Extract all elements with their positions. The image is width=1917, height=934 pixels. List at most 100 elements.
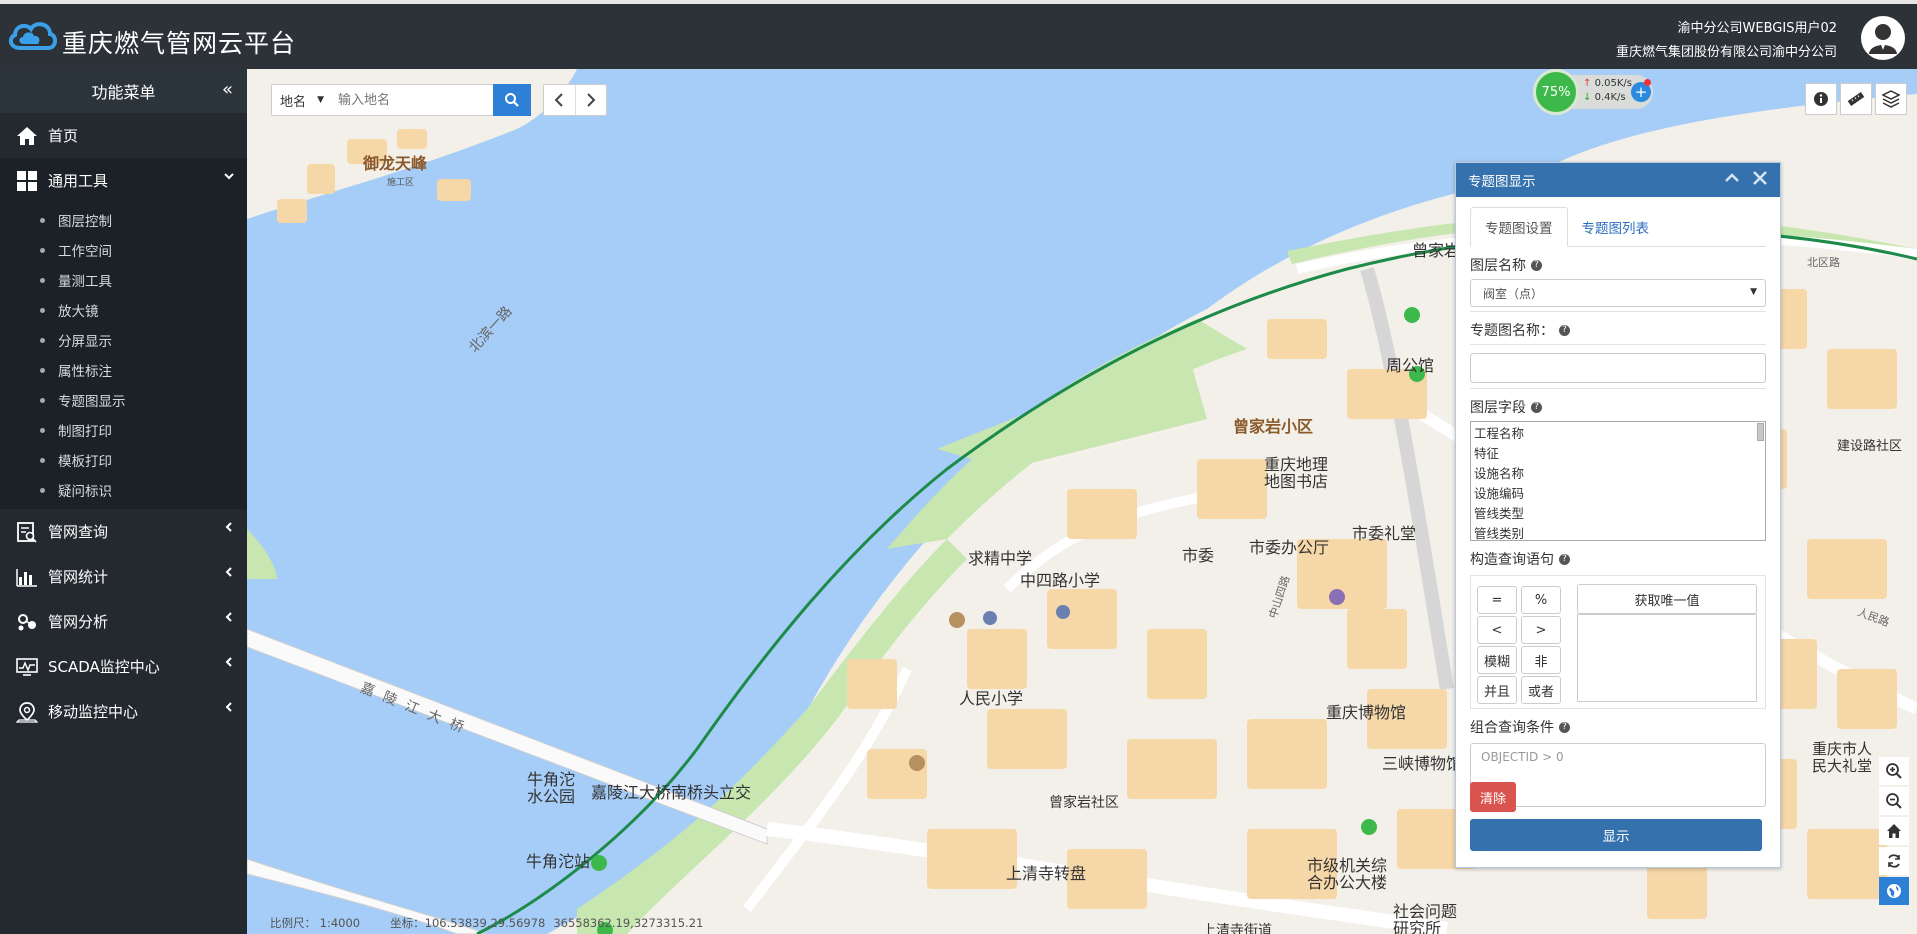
home-icon — [1887, 824, 1901, 838]
theme-name-input[interactable] — [1470, 353, 1766, 383]
sidebar-item-tools[interactable]: 通用工具 — [0, 158, 247, 203]
app-title: 重庆燃气管网云平台 — [62, 29, 297, 58]
op-or-button[interactable]: 或者 — [1521, 676, 1561, 704]
alert-dot — [1644, 79, 1651, 86]
list-item[interactable]: 管线类型 — [1474, 504, 1762, 524]
op-not-button[interactable]: 非 — [1521, 646, 1561, 674]
submenu-item-layer-control[interactable]: 图层控制 — [0, 205, 247, 235]
memory-usage-indicator: 75% — [1533, 69, 1579, 115]
op-less-button[interactable]: < — [1477, 616, 1517, 644]
collapse-sidebar-icon[interactable]: « — [222, 79, 233, 100]
user-org: 重庆燃气集团股份有限公司渝中分公司 — [1615, 45, 1837, 60]
chevron-left-icon — [223, 656, 235, 672]
home-icon — [14, 124, 40, 148]
submenu-item-attr-label[interactable]: 属性标注 — [0, 355, 247, 385]
search-input[interactable] — [332, 85, 492, 115]
unique-values-list[interactable] — [1577, 614, 1757, 702]
refresh-button[interactable] — [1879, 847, 1909, 875]
layer-field-list[interactable]: 工程名称 特征 设施名称 设施编码 管线类型 管线类别 — [1470, 421, 1766, 541]
place-search: 地名 ▼ — [271, 84, 531, 116]
list-item[interactable]: 工程名称 — [1474, 424, 1762, 444]
map-label: 重庆博物馆 — [1326, 703, 1407, 722]
map-label: 周公馆 — [1386, 356, 1435, 375]
submenu-item-thematic-map[interactable]: 专题图显示 — [0, 385, 247, 415]
bar-chart-icon — [14, 565, 40, 589]
sidebar-item-label: 移动监控中心 — [48, 703, 139, 721]
location-icon — [14, 700, 40, 724]
tab-theme-settings[interactable]: 专题图设置 — [1470, 207, 1568, 247]
map-label: 重庆市人 民大礼堂 — [1812, 740, 1873, 775]
submenu-item-magnifier[interactable]: 放大镜 — [0, 295, 247, 325]
layer-select[interactable]: 阀室（点） ▼ — [1470, 279, 1766, 307]
chevron-down-icon — [223, 170, 235, 186]
submenu-item-map-print[interactable]: 制图打印 — [0, 415, 247, 445]
lnglat-readout: 坐标：106.53839,29.56978 — [390, 916, 546, 930]
tab-theme-list[interactable]: 专题图列表 — [1568, 207, 1664, 247]
collapse-panel-icon[interactable] — [1724, 170, 1740, 191]
submenu-item-split-screen[interactable]: 分屏显示 — [0, 325, 247, 355]
help-icon: ? — [1531, 259, 1542, 271]
zoom-in-button[interactable] — [1879, 757, 1909, 785]
get-unique-values-button[interactable]: 获取唯一值 — [1577, 584, 1757, 614]
top-header: 重庆燃气管网云平台 渝中分公司WEBGIS用户02 重庆燃气集团股份有限公司渝中… — [0, 0, 1917, 69]
map-label: 北区路 — [1807, 256, 1840, 269]
map-label: 重庆地理 地图书店 — [1264, 455, 1329, 491]
user-name: 渝中分公司WEBGIS用户02 — [1677, 21, 1837, 36]
op-equals-button[interactable]: = — [1477, 586, 1517, 614]
op-like-button[interactable]: 模糊 — [1477, 646, 1517, 674]
map-label: 施工区 — [387, 178, 415, 188]
show-button[interactable]: 显示 — [1470, 819, 1762, 851]
forward-button[interactable] — [576, 85, 607, 115]
list-item[interactable]: 设施编码 — [1474, 484, 1762, 504]
tools-submenu: 图层控制 工作空间 量测工具 放大镜 分屏显示 属性标注 专题图显示 制图打印 … — [0, 203, 247, 509]
map-label: 御龙天峰 — [363, 154, 428, 173]
submenu-item-template-print[interactable]: 模板打印 — [0, 445, 247, 475]
back-button[interactable] — [544, 85, 576, 115]
layers-button[interactable] — [1875, 83, 1907, 115]
zoom-out-button[interactable] — [1879, 787, 1909, 815]
map-label: 市级机关综 合办公大楼 — [1307, 856, 1388, 892]
upload-speed: 0.05K/s — [1594, 78, 1632, 89]
map-status-bar: 比例尺： 1:4000 坐标：106.53839,29.56978 365583… — [247, 912, 1917, 934]
sidebar-item-network-stats[interactable]: 管网统计 — [0, 554, 247, 599]
globe-button[interactable] — [1879, 877, 1909, 905]
analysis-icon — [14, 610, 40, 634]
chevron-left-icon — [223, 611, 235, 627]
clear-button[interactable]: 清除 — [1470, 782, 1516, 812]
list-item[interactable]: 特征 — [1474, 444, 1762, 464]
info-button[interactable] — [1805, 83, 1837, 115]
cloud-logo-icon — [8, 22, 57, 50]
search-button[interactable] — [493, 84, 531, 116]
panel-tabs: 专题图设置 专题图列表 — [1470, 207, 1766, 247]
sidebar-item-label: SCADA监控中心 — [48, 658, 160, 676]
map-label: 求精中学 — [968, 549, 1033, 568]
sidebar-item-home[interactable]: 首页 — [0, 113, 247, 158]
scrollbar-thumb[interactable] — [1757, 423, 1764, 441]
op-percent-button[interactable]: % — [1521, 586, 1561, 614]
help-icon: ? — [1531, 401, 1542, 413]
close-icon[interactable] — [1752, 170, 1768, 191]
list-item[interactable]: 设施名称 — [1474, 464, 1762, 484]
sidebar-item-scada[interactable]: SCADA监控中心 — [0, 644, 247, 689]
query-icon — [14, 520, 40, 544]
map-label: 人民小学 — [959, 689, 1024, 708]
map-label: 市委办公厅 — [1249, 538, 1330, 557]
op-and-button[interactable]: 并且 — [1477, 676, 1517, 704]
map-label: 市委 — [1182, 546, 1215, 565]
full-extent-button[interactable] — [1879, 817, 1909, 845]
op-greater-button[interactable]: > — [1521, 616, 1561, 644]
sidebar-item-network-query[interactable]: 管网查询 — [0, 509, 247, 554]
chevron-left-icon — [554, 93, 563, 107]
search-type-select[interactable]: 地名 ▼ — [272, 91, 332, 110]
layers-icon — [1882, 90, 1900, 108]
measure-button[interactable] — [1840, 83, 1872, 115]
divider — [1470, 311, 1766, 312]
panel-title: 专题图显示 — [1468, 174, 1536, 190]
submenu-item-question-mark[interactable]: 疑问标识 — [0, 475, 247, 505]
sidebar-item-network-analysis[interactable]: 管网分析 — [0, 599, 247, 644]
sidebar-item-mobile-monitor[interactable]: 移动监控中心 — [0, 689, 247, 734]
submenu-item-measure[interactable]: 量测工具 — [0, 265, 247, 295]
list-item[interactable]: 管线类别 — [1474, 524, 1762, 540]
avatar[interactable] — [1861, 16, 1905, 60]
submenu-item-workspace[interactable]: 工作空间 — [0, 235, 247, 265]
